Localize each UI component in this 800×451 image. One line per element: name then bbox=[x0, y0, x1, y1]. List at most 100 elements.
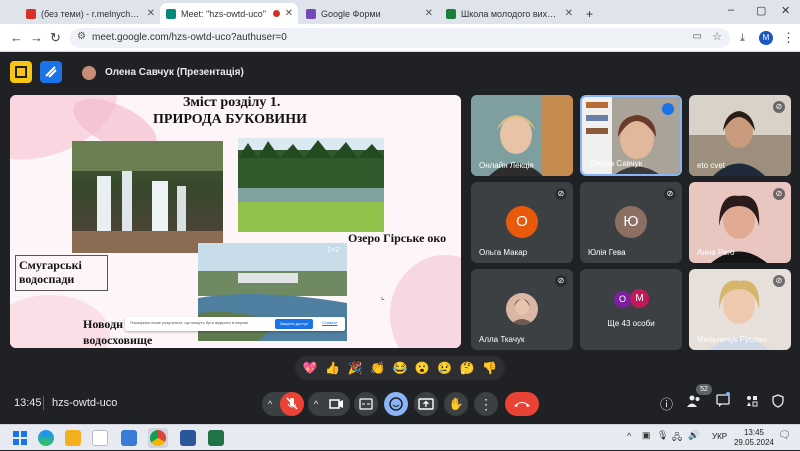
reaction-thumbs-down[interactable]: 👎 bbox=[482, 361, 497, 375]
tray-date: 29.05.2024 bbox=[733, 438, 774, 447]
minimize-icon[interactable]: – bbox=[728, 4, 734, 16]
mic-off-icon[interactable] bbox=[280, 392, 304, 416]
edge-icon[interactable] bbox=[38, 430, 54, 446]
caption-falls-box: Смугарські водоспади bbox=[15, 255, 108, 291]
cast-icon[interactable]: ▭ bbox=[693, 31, 702, 42]
participant-tile[interactable]: О ⊘ Ольга Макар bbox=[471, 182, 573, 263]
profile-avatar[interactable]: M bbox=[759, 31, 773, 45]
tab-meet[interactable]: Meet: "hzs-owtd-uco" ✕ bbox=[160, 3, 298, 24]
reaction-party[interactable]: 🎉 bbox=[348, 361, 363, 375]
participant-tile[interactable]: Олена Савчук bbox=[580, 95, 682, 176]
participant-tile[interactable]: ⊘ Алла Ткачук bbox=[471, 269, 573, 350]
tab-label: Школа молодого вихователя bbox=[461, 8, 561, 19]
participant-tile[interactable]: Ю ⊘ Юлія Гева bbox=[580, 182, 682, 263]
site-info-icon[interactable]: ⚙ bbox=[77, 31, 86, 42]
close-tab-icon[interactable]: ✕ bbox=[147, 8, 155, 19]
reload-icon[interactable]: ↻ bbox=[50, 30, 61, 46]
word-icon[interactable] bbox=[180, 430, 196, 446]
tab-google-forms[interactable]: Google Форми ✕ bbox=[300, 3, 438, 24]
mic-off-icon: ⊘ bbox=[773, 188, 785, 200]
close-tab-icon[interactable]: ✕ bbox=[285, 8, 293, 19]
avatar: О bbox=[614, 291, 631, 308]
participant-tile[interactable]: ⊘ Анна Рего bbox=[689, 182, 791, 263]
reaction-laugh[interactable]: 😂 bbox=[392, 361, 407, 375]
network-icon[interactable]: 🖧 bbox=[672, 430, 682, 446]
download-icon[interactable]: ⤓ bbox=[740, 30, 745, 46]
tab-gmail[interactable]: (без теми) - r.melnychuk@ippo. ✕ bbox=[20, 3, 160, 24]
stop-sharing-button[interactable]: Закрити доступ bbox=[275, 319, 313, 329]
forward-icon[interactable]: → bbox=[30, 30, 43, 46]
file-explorer-icon[interactable] bbox=[65, 430, 81, 446]
store-icon[interactable] bbox=[92, 430, 108, 446]
activities-icon[interactable] bbox=[745, 394, 759, 411]
participant-tile[interactable]: Онлайн Лекція bbox=[471, 95, 573, 176]
language-indicator[interactable]: УКР bbox=[712, 432, 727, 441]
notice-text: Показуємо лише результати, що можуть бут… bbox=[130, 320, 250, 325]
people-icon[interactable] bbox=[687, 394, 701, 411]
omnibox[interactable]: ⚙ meet.google.com/hzs-owtd-uco?authuser=… bbox=[70, 28, 730, 48]
chat-icon[interactable] bbox=[716, 394, 730, 411]
tray-time: 13:45 bbox=[743, 428, 764, 437]
camera-tray-icon[interactable]: ▣ bbox=[642, 430, 651, 441]
avatar: О bbox=[506, 206, 538, 238]
new-tab-button[interactable]: + bbox=[580, 3, 600, 24]
present-button[interactable] bbox=[414, 392, 438, 416]
excel-icon[interactable] bbox=[208, 430, 224, 446]
bookmark-icon[interactable]: ☆ bbox=[712, 30, 722, 43]
reaction-thinking[interactable]: 🤔 bbox=[460, 361, 475, 375]
avatar: Ю bbox=[615, 206, 647, 238]
emoji-button[interactable] bbox=[384, 392, 408, 416]
chrome-taskbar-button[interactable] bbox=[148, 428, 168, 448]
clock[interactable]: 13:45 29.05.2024 bbox=[734, 428, 774, 448]
participants-count-badge: 52 bbox=[696, 384, 712, 395]
close-window-icon[interactable]: ✕ bbox=[781, 4, 790, 17]
captions-icon bbox=[359, 398, 373, 410]
more-options-button[interactable]: ⋮ bbox=[474, 392, 498, 416]
tab-school[interactable]: Школа молодого вихователя ✕ bbox=[440, 3, 578, 24]
chat-notification-dot bbox=[726, 392, 730, 396]
volume-icon[interactable]: 🔊 bbox=[688, 430, 699, 441]
meeting-code: hzs-owtd-uco bbox=[52, 397, 118, 409]
chevron-up-icon[interactable]: ^ bbox=[268, 392, 272, 416]
meeting-info-icon[interactable]: ⓘ bbox=[660, 394, 673, 413]
slide-title-line1: Зміст розділу 1. bbox=[183, 95, 281, 110]
participant-tile[interactable]: ⊘ eto cvet bbox=[689, 95, 791, 176]
close-tab-icon[interactable]: ✕ bbox=[565, 8, 573, 19]
leave-call-icon bbox=[514, 402, 530, 407]
participant-tile[interactable]: ⊘ Мельничук Руслан... bbox=[689, 269, 791, 350]
participant-name: eto cvet bbox=[697, 161, 726, 170]
tray-chevron-icon[interactable]: ^ bbox=[627, 431, 631, 441]
browser-tab-bar: (без теми) - r.melnychuk@ippo. ✕ Meet: "… bbox=[0, 0, 800, 24]
mic-toggle-button[interactable]: ^ bbox=[262, 392, 304, 416]
reaction-heart[interactable]: 💖 bbox=[303, 361, 318, 375]
notifications-icon[interactable]: 🗨 bbox=[778, 430, 791, 441]
reaction-clap[interactable]: 👏 bbox=[370, 361, 385, 375]
whiteboard-icon[interactable] bbox=[40, 61, 62, 83]
windows-start-icon[interactable] bbox=[12, 430, 28, 446]
reactions-bar: 💖 👍 🎉 👏 😂 😮 😢 🤔 👎 bbox=[295, 356, 505, 380]
leave-call-button[interactable] bbox=[505, 392, 539, 416]
participant-tile-group[interactable]: О М Ще 43 особи bbox=[580, 269, 682, 350]
chevron-up-icon[interactable]: ^ bbox=[314, 392, 318, 416]
mic-tray-icon[interactable]: 🎙 bbox=[657, 430, 668, 441]
camera-icon[interactable] bbox=[328, 392, 346, 425]
more-options-icon: ⋮ bbox=[479, 396, 493, 412]
url-text[interactable]: meet.google.com/hzs-owtd-uco?authuser=0 bbox=[92, 32, 287, 43]
reaction-sad[interactable]: 😢 bbox=[437, 361, 452, 375]
activities-icon[interactable] bbox=[10, 61, 32, 83]
host-controls-icon[interactable] bbox=[771, 394, 785, 411]
close-tab-icon[interactable]: ✕ bbox=[425, 8, 433, 19]
camera-toggle-button[interactable]: ^ bbox=[308, 392, 350, 416]
caption-reservoir-line1: Новодн bbox=[83, 317, 124, 331]
waterfall-photo bbox=[72, 141, 223, 253]
reaction-surprised[interactable]: 😮 bbox=[415, 361, 430, 375]
reaction-thumbs-up[interactable]: 👍 bbox=[325, 361, 340, 375]
menu-icon[interactable]: ⋮ bbox=[782, 30, 795, 46]
captions-button[interactable] bbox=[354, 392, 378, 416]
mail-icon[interactable] bbox=[121, 430, 137, 446]
back-icon[interactable]: ← bbox=[10, 30, 23, 46]
mic-off-icon: ⊘ bbox=[773, 275, 785, 287]
maximize-icon[interactable]: ▢ bbox=[756, 4, 766, 17]
raise-hand-button[interactable]: ✋ bbox=[444, 392, 468, 416]
hide-link[interactable]: Сховати bbox=[322, 320, 337, 325]
